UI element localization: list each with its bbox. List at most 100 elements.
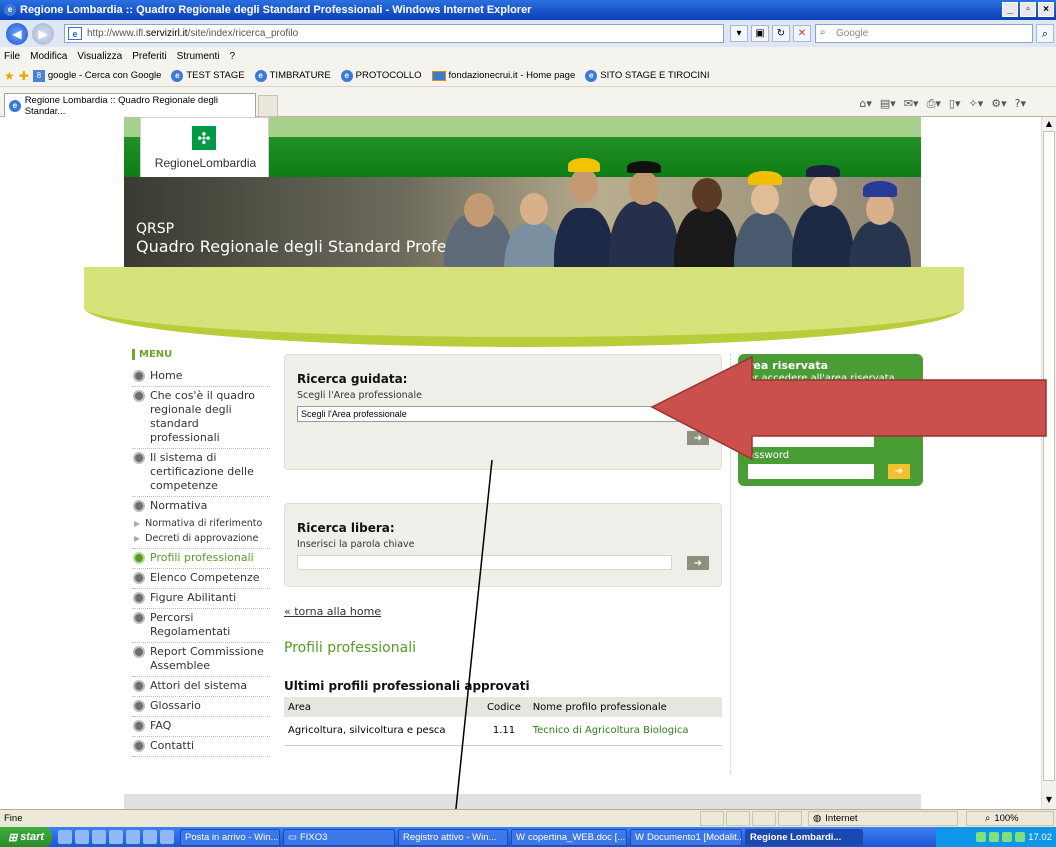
quicklaunch-icon[interactable] bbox=[143, 830, 157, 844]
logo[interactable]: ✣ RegioneLombardia bbox=[140, 117, 269, 179]
menu-item-glossario[interactable]: Glossario bbox=[132, 697, 270, 717]
favorite-label: TEST STAGE bbox=[186, 70, 245, 81]
menu-item-normativa[interactable]: Normativa bbox=[132, 497, 270, 516]
taskbar-item-documento1[interactable]: W Documento1 [Modalit... bbox=[630, 828, 742, 846]
help-icon[interactable]: ?▾ bbox=[1015, 97, 1026, 111]
restore-button[interactable]: ▫ bbox=[1020, 2, 1036, 17]
zoom-control[interactable]: ⌕ 100% bbox=[966, 811, 1054, 826]
refresh-icon[interactable]: ↻ bbox=[772, 25, 790, 42]
password-field[interactable] bbox=[748, 464, 874, 479]
url-suffix: /site/index/ricerca_profilo bbox=[187, 28, 299, 39]
print-icon[interactable]: ⎙▾ bbox=[927, 97, 941, 111]
menu-item-home[interactable]: Home bbox=[132, 367, 270, 387]
menu-item-figure[interactable]: Figure Abilitanti bbox=[132, 589, 270, 609]
triangle-icon: ▶ bbox=[134, 534, 141, 543]
tray-icon[interactable] bbox=[976, 832, 987, 842]
favorite-item-protocollo[interactable]: e PROTOCOLLO bbox=[340, 69, 422, 82]
menu-preferiti[interactable]: Preferiti bbox=[132, 51, 166, 62]
quicklaunch-icon[interactable] bbox=[160, 830, 174, 844]
guided-search-go-button[interactable]: ➜ bbox=[687, 431, 709, 445]
taskbar-item-copertina[interactable]: Wcopertina_WEB.doc [... bbox=[511, 828, 627, 846]
favorites-bar: ★ ✚ 8 google - Cerca con Google e TEST STA… bbox=[0, 65, 1056, 87]
taskbar-item-label: FIXO3 bbox=[299, 831, 328, 843]
taskbar-item-registro[interactable]: Registro attivo - Win... bbox=[398, 828, 508, 846]
quicklaunch-icon[interactable] bbox=[58, 830, 72, 844]
page-menu-icon[interactable]: ▯▾ bbox=[949, 97, 961, 111]
menu-item-profili[interactable]: Profili professionali bbox=[132, 549, 270, 569]
menu-item-che-cose[interactable]: Che cos'è il quadro regionale degli stan… bbox=[132, 387, 270, 449]
keyword-input[interactable] bbox=[297, 555, 672, 570]
quicklaunch-icon[interactable] bbox=[109, 830, 123, 844]
start-button[interactable]: ⊞ start bbox=[0, 827, 52, 847]
tools-icon[interactable]: ⚙▾ bbox=[991, 97, 1006, 111]
quicklaunch-icon[interactable] bbox=[126, 830, 140, 844]
tab-bar: e Regione Lombardia :: Quadro Regionale … bbox=[0, 87, 1056, 117]
stop-icon[interactable]: ✕ bbox=[793, 25, 811, 42]
compat-icon[interactable]: ▣ bbox=[751, 25, 769, 42]
back-button[interactable]: ◀ bbox=[6, 22, 28, 45]
forward-button[interactable]: ▶ bbox=[32, 22, 54, 45]
minimize-button[interactable]: _ bbox=[1002, 2, 1018, 17]
login-button[interactable]: ➜ bbox=[888, 464, 910, 479]
favorite-item-crui[interactable]: fondazionecrui.it - Home page bbox=[431, 70, 575, 81]
address-field[interactable]: e http://www.ifl. servizirl.it/site/index… bbox=[64, 24, 724, 43]
tab-regione-lombardia[interactable]: e Regione Lombardia :: Quadro Regionale … bbox=[4, 93, 256, 117]
mail-icon[interactable]: ✉▾ bbox=[904, 97, 919, 111]
menu-item-competenze[interactable]: Elenco Competenze bbox=[132, 569, 270, 589]
menu-file[interactable]: File bbox=[4, 51, 20, 62]
menu-item-percorsi[interactable]: Percorsi Regolamentati bbox=[132, 609, 270, 643]
menu-item-label: Profili professionali bbox=[150, 551, 254, 564]
favorite-item-test-stage[interactable]: e TEST STAGE bbox=[171, 69, 245, 82]
add-favorite-icon[interactable]: ✚ bbox=[19, 69, 29, 83]
menu-item-faq[interactable]: FAQ bbox=[132, 717, 270, 737]
tray-icon[interactable] bbox=[1002, 832, 1013, 842]
home-icon[interactable]: ⌂▾ bbox=[859, 97, 872, 111]
menu-strumenti[interactable]: Strumenti bbox=[177, 51, 220, 62]
banner-acronym: QRSP bbox=[136, 221, 175, 237]
site-container: ✣ RegioneLombardia QRSP Quadro Regionale… bbox=[84, 117, 964, 809]
menu-item-report[interactable]: Report Commissione Assemblee bbox=[132, 643, 270, 677]
favorites-star-icon[interactable]: ★ bbox=[4, 69, 15, 83]
menu-help[interactable]: ? bbox=[229, 51, 235, 62]
cell-profile-link[interactable]: Tecnico di Agricoltura Biologica bbox=[528, 717, 722, 746]
menu-item-certificazione[interactable]: Il sistema di certificazione delle compe… bbox=[132, 449, 270, 497]
search-button[interactable]: ⌕ bbox=[1036, 24, 1054, 43]
quicklaunch-icon[interactable] bbox=[92, 830, 106, 844]
close-button[interactable]: × bbox=[1038, 2, 1054, 17]
taskbar-item-fixo3[interactable]: ▭ FIXO3 bbox=[283, 828, 395, 846]
dropdown-icon[interactable]: ▾ bbox=[730, 25, 748, 42]
scroll-up-icon[interactable]: ▲ bbox=[1044, 119, 1054, 128]
submenu-item-decreti[interactable]: ▶ Decreti di approvazione bbox=[132, 531, 270, 549]
menu-visualizza[interactable]: Visualizza bbox=[77, 51, 122, 62]
safety-icon[interactable]: ✧▾ bbox=[968, 97, 983, 111]
menu-item-contatti[interactable]: Contatti bbox=[132, 737, 270, 757]
scroll-thumb[interactable] bbox=[1043, 131, 1055, 781]
area-select[interactable]: Scegli l'Area professionale bbox=[297, 406, 679, 422]
menu-modifica[interactable]: Modifica bbox=[30, 51, 67, 62]
cell-area: Agricoltura, silvicoltura e pesca bbox=[284, 717, 480, 746]
taskbar-item-regione[interactable]: Regione Lombardi... bbox=[745, 828, 863, 846]
area-select-value: Scegli l'Area professionale bbox=[301, 409, 407, 419]
new-tab-button[interactable] bbox=[258, 95, 278, 117]
favorite-item-timbrature[interactable]: e TIMBRATURE bbox=[254, 69, 331, 82]
scroll-down-icon[interactable]: ▼ bbox=[1044, 795, 1054, 804]
submenu-item-normativa-riferimento[interactable]: ▶ Normativa di riferimento bbox=[132, 516, 270, 531]
menu-item-attori[interactable]: Attori del sistema bbox=[132, 677, 270, 697]
back-home-link[interactable]: « torna alla home bbox=[284, 605, 381, 618]
favorite-item-google[interactable]: 8 google - Cerca con Google bbox=[32, 69, 161, 82]
feeds-icon[interactable]: ▤▾ bbox=[880, 97, 896, 111]
status-bar: Fine ◍ Internet ⌕ 100% bbox=[0, 809, 1056, 827]
username-field[interactable] bbox=[748, 433, 874, 447]
ie-icon: e bbox=[4, 4, 16, 16]
favorite-item-stage-tirocini[interactable]: e SITO STAGE E TIROCINI bbox=[585, 69, 710, 82]
quicklaunch-icon[interactable] bbox=[75, 830, 89, 844]
tray-icon[interactable] bbox=[1015, 832, 1026, 842]
tray-icon[interactable] bbox=[989, 832, 1000, 842]
search-input[interactable]: ⌕ Google bbox=[815, 24, 1033, 43]
bullet-icon bbox=[133, 612, 145, 624]
free-search-go-button[interactable]: ➜ bbox=[687, 556, 709, 570]
latest-profiles-title: Ultimi profili professionali approvati bbox=[284, 679, 530, 693]
taskbar-item-posta[interactable]: Posta in arrivo - Win... bbox=[180, 828, 280, 846]
bullet-icon bbox=[133, 552, 145, 564]
vertical-scrollbar[interactable]: ▲ ▼ bbox=[1041, 117, 1056, 809]
